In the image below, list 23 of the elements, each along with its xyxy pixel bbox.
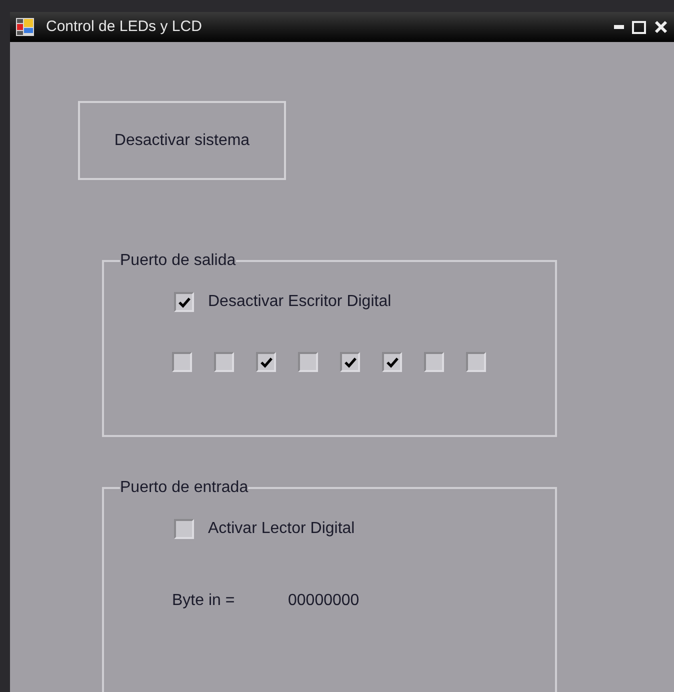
byte-value: 00000000 [288, 591, 360, 611]
checkbox-label[interactable]: Desactivar Escritor Digital [208, 290, 392, 314]
app-icon [16, 18, 34, 36]
system-button[interactable]: Desactivar sistema [78, 101, 286, 180]
checkbox-label[interactable]: Activar Lector Digital [208, 517, 355, 541]
checkbox[interactable] [298, 352, 318, 372]
checkbox[interactable] [340, 352, 360, 372]
window-title: Control de LEDs y LCD [46, 16, 202, 37]
checkbox[interactable] [174, 292, 194, 312]
byte-label: Byte in = [172, 591, 236, 611]
check-icon [386, 356, 398, 368]
checkbox[interactable] [256, 352, 276, 372]
checkbox[interactable] [466, 352, 486, 372]
check-icon [344, 356, 356, 368]
checkbox[interactable] [174, 519, 194, 539]
checkbox[interactable] [214, 352, 234, 372]
check-icon [260, 356, 272, 368]
maximize-icon[interactable] [632, 20, 646, 34]
checkbox[interactable] [424, 352, 444, 372]
close-icon[interactable] [654, 20, 668, 34]
checkbox[interactable] [172, 352, 192, 372]
check-icon [178, 296, 190, 308]
checkbox[interactable] [382, 352, 402, 372]
